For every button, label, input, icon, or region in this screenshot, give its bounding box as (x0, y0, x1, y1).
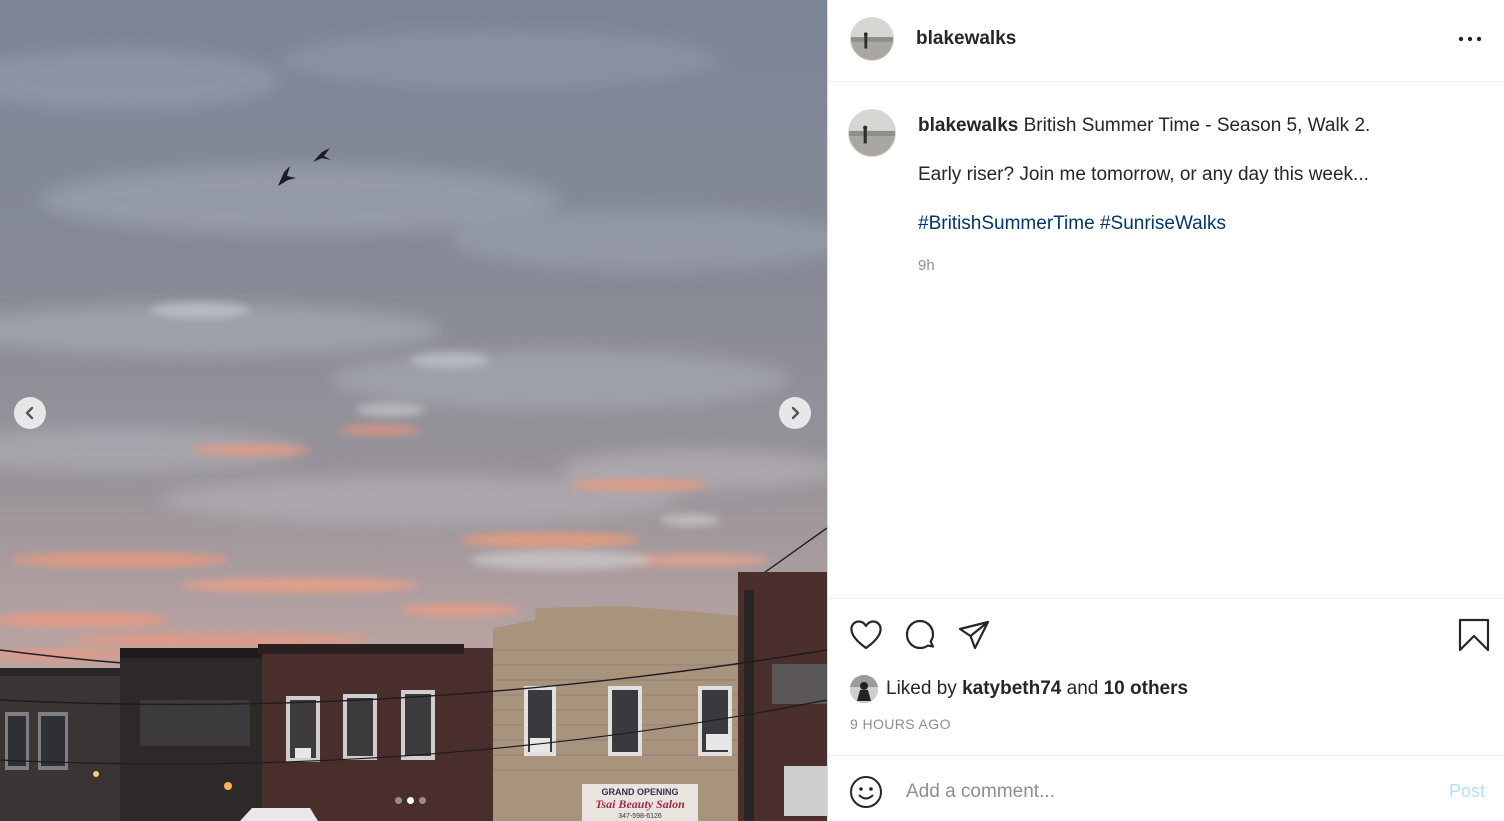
caption-username[interactable]: blakewalks (918, 115, 1018, 136)
post-caption: blakewalks British Summer Time - Season … (918, 114, 1478, 278)
post-media: GRAND OPENING Tsai Beauty Salon 347-598-… (0, 0, 827, 821)
heart-icon[interactable] (848, 617, 884, 653)
header-username[interactable]: blakewalks (916, 28, 1016, 50)
carousel-next-button[interactable] (779, 397, 811, 429)
avatar[interactable] (850, 17, 894, 61)
caption-hashtags: #BritishSummerTime #SunriseWalks (918, 212, 1478, 236)
avatar-image (850, 675, 878, 703)
caption-title: British Summer Time - Season 5, Walk 2. (1023, 115, 1371, 136)
carousel-indicator (395, 797, 426, 804)
likes-prefix: Liked by (886, 678, 957, 699)
bookmark-icon[interactable] (1456, 617, 1492, 653)
carousel-prev-button[interactable] (14, 397, 46, 429)
avatar-image (849, 110, 895, 156)
chevron-left-icon (25, 406, 34, 420)
carousel-dot (395, 797, 402, 804)
liker-username[interactable]: katybeth74 (962, 678, 1061, 700)
post-photo: GRAND OPENING Tsai Beauty Salon 347-598-… (0, 0, 827, 821)
post-comment-button[interactable]: Post (1449, 781, 1485, 802)
comment-input[interactable] (904, 776, 1404, 808)
post-actions (828, 598, 1504, 652)
likes-summary: Liked by katybeth74 and 10 others (850, 675, 1188, 703)
more-options-button[interactable] (1456, 26, 1484, 52)
add-comment-bar: Post (828, 755, 1504, 821)
caption-first-line: blakewalks British Summer Time - Season … (918, 114, 1478, 138)
post-timestamp[interactable]: 9 HOURS AGO (850, 716, 951, 732)
likes-others-link[interactable]: 10 others (1104, 678, 1188, 700)
avatar-image (851, 18, 893, 60)
caption-avatar[interactable] (848, 109, 896, 157)
caption-age[interactable]: 9h (918, 254, 1478, 278)
hashtag-link[interactable]: #SunriseWalks (1100, 213, 1226, 234)
carousel-dot (419, 797, 426, 804)
likes-conjunction: and (1066, 678, 1099, 699)
chevron-right-icon (791, 406, 800, 420)
sign-line-1: GRAND OPENING (601, 787, 678, 797)
hashtag-link[interactable]: #BritishSummerTime (918, 213, 1095, 234)
liker-avatar[interactable] (850, 675, 878, 703)
paper-plane-icon[interactable] (956, 617, 992, 653)
more-horizontal-icon (1458, 36, 1482, 42)
comment-bubble-icon[interactable] (902, 617, 938, 653)
caption-body: Early riser? Join me tomorrow, or any da… (918, 164, 1369, 185)
post-header: blakewalks (828, 0, 1504, 82)
smiley-icon[interactable] (848, 774, 884, 810)
sign-line-2: Tsai Beauty Salon (595, 797, 685, 811)
carousel-dot-active (407, 797, 414, 804)
post-view: GRAND OPENING Tsai Beauty Salon 347-598-… (0, 0, 1504, 821)
post-side-panel: blakewalks blakewalks British Summer Tim… (827, 0, 1504, 821)
sign-line-3: 347-598-6126 (618, 813, 662, 820)
